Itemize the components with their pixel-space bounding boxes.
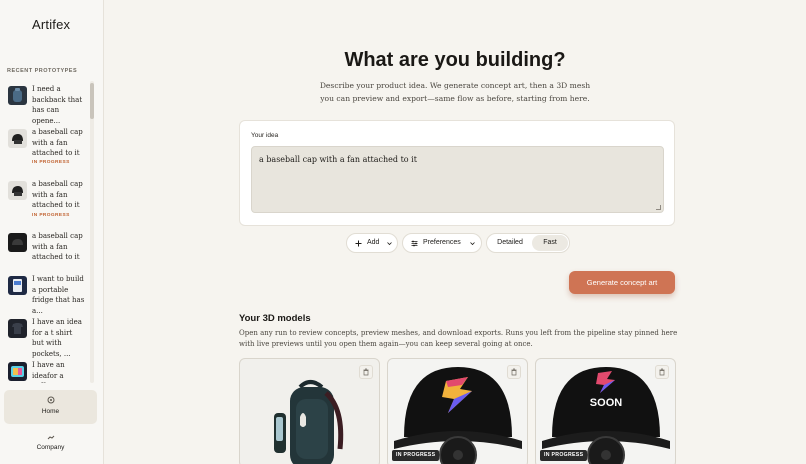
idea-card: Your idea a baseball cap with a fan atta…: [239, 120, 675, 226]
preferences-button[interactable]: Preferences: [402, 233, 482, 253]
idea-textarea[interactable]: a baseball cap with a fan attached to it: [251, 146, 664, 213]
prototype-title: I need a backback that has can opene...: [32, 85, 83, 125]
add-label: Add: [367, 239, 380, 246]
delete-button[interactable]: [359, 365, 373, 379]
nav-company-label: Company: [36, 444, 65, 451]
page-subtitle: Describe your product idea. We generate …: [319, 81, 591, 103]
prototype-title: a baseball cap with a fan attached to it: [32, 180, 83, 210]
status-badge: IN PROGRESS: [32, 160, 70, 165]
prototype-title: I have an idea for a t shirt but with po…: [32, 318, 82, 358]
add-button[interactable]: Add: [346, 233, 398, 253]
status-badge: IN PROGRESS: [32, 213, 70, 218]
resize-handle[interactable]: [656, 205, 661, 210]
prototype-title: I have an ideafor a coffee: [32, 361, 65, 383]
sidebar: Artifex RECENT PROTOTYPES I need a backb…: [0, 0, 104, 464]
backpack-thumbnail: [8, 86, 27, 105]
plus-icon: [355, 240, 362, 247]
prototype-title: a baseball cap with a fan attached to it: [32, 128, 83, 158]
nav-company[interactable]: Company: [4, 432, 97, 458]
prototype-title: I want to build a portable fridge that h…: [32, 275, 85, 315]
cap-thumbnail: [8, 129, 27, 148]
prototype-title: a baseball cap with a fan attached to it: [32, 232, 83, 262]
model-card[interactable]: [239, 358, 380, 464]
main-content: What are you building? Describe your pro…: [104, 0, 806, 464]
page-title: What are you building?: [344, 49, 566, 71]
company-icon: [47, 435, 55, 440]
idea-label: Your idea: [251, 132, 279, 139]
sliders-icon: [411, 240, 418, 247]
status-badge: IN PROGRESS: [392, 450, 440, 461]
mode-detailed[interactable]: Detailed: [488, 235, 532, 251]
chevron-down-icon: [387, 242, 392, 246]
trash-icon: [511, 368, 517, 376]
coffee-thumbnail: [8, 362, 27, 381]
idea-text: a baseball cap with a fan attached to it: [259, 155, 417, 164]
status-badge: IN PROGRESS: [540, 450, 588, 461]
nav-home[interactable]: Home: [4, 390, 97, 424]
mode-fast[interactable]: Fast: [532, 235, 568, 251]
home-icon: [47, 396, 55, 404]
tshirt-thumbnail: [8, 319, 27, 338]
model-card[interactable]: IN PROGRESS: [387, 358, 528, 464]
delete-button[interactable]: [655, 365, 669, 379]
cap-thumbnail: [8, 233, 27, 252]
quality-mode-toggle: Detailed Fast: [486, 233, 570, 253]
fridge-thumbnail: [8, 276, 27, 295]
scrollbar-thumb[interactable]: [90, 83, 94, 119]
preferences-label: Preferences: [423, 239, 461, 246]
cap-thumbnail: [8, 181, 27, 200]
brand-logo[interactable]: Artifex: [32, 17, 70, 32]
sidebar-scrollbar[interactable]: [90, 81, 94, 383]
model-card[interactable]: SOON IN PROGRESS: [535, 358, 676, 464]
delete-button[interactable]: [507, 365, 521, 379]
generate-concept-art-button[interactable]: Generate concept art: [569, 271, 675, 294]
cap-print-text: SOON: [590, 397, 622, 409]
recent-prototypes-list: I need a backback that has can opene... …: [4, 80, 88, 383]
trash-icon: [659, 368, 665, 376]
models-heading: Your 3D models: [239, 313, 311, 324]
trash-icon: [363, 368, 369, 376]
models-description: Open any run to review concepts, preview…: [239, 329, 678, 348]
recent-prototypes-heading: RECENT PROTOTYPES: [7, 68, 78, 74]
chevron-down-icon: [470, 242, 475, 246]
nav-home-label: Home: [41, 408, 60, 415]
